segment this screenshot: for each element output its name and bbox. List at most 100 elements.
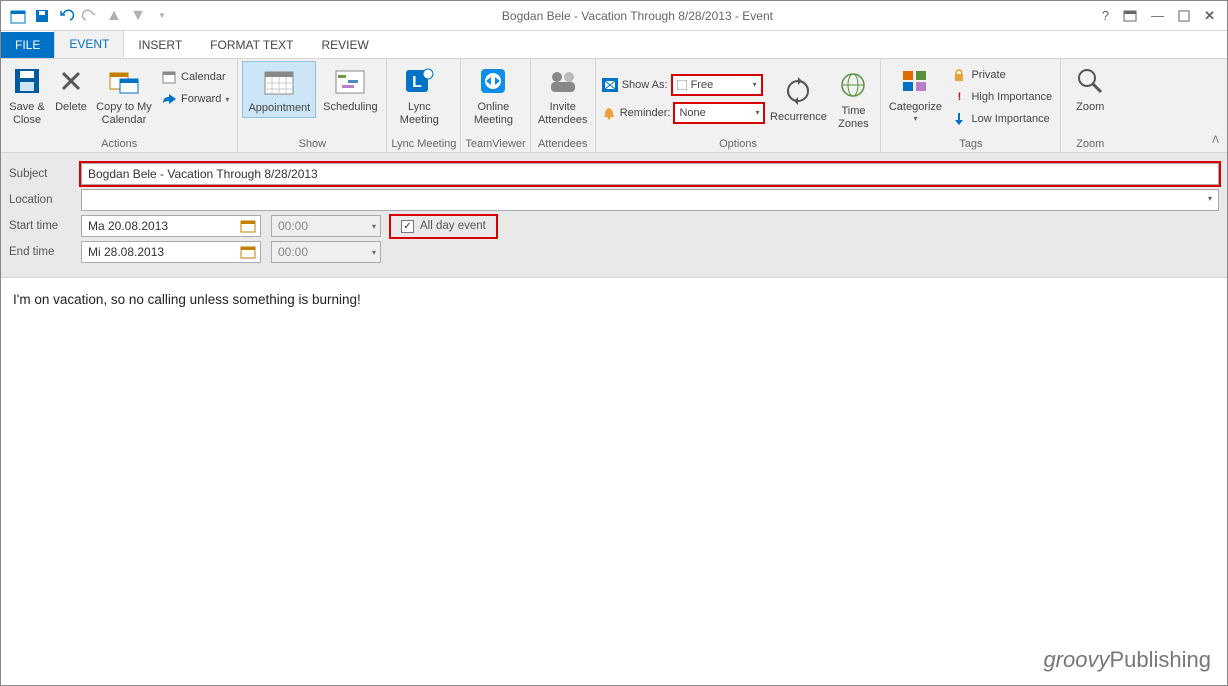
forward-button[interactable]: Forward ▾: [157, 89, 233, 109]
group-tags-label: Tags: [885, 136, 1056, 152]
online-meeting-button[interactable]: Online Meeting: [465, 61, 521, 128]
low-importance-label: Low Importance: [971, 113, 1049, 125]
lync-meeting-button[interactable]: L Lync Meeting: [391, 61, 447, 128]
qat-dropdown-icon[interactable]: ▼: [151, 5, 173, 27]
recurrence-button[interactable]: Recurrence: [768, 71, 828, 126]
time-zones-button[interactable]: Time Zones: [830, 65, 876, 132]
ribbon-options-icon[interactable]: [1123, 10, 1137, 22]
online-meeting-label: Online Meeting: [467, 101, 519, 126]
high-importance-icon: !: [951, 89, 967, 105]
show-as-label: Show As:: [622, 79, 668, 91]
forward-dropdown-icon[interactable]: ▾: [225, 95, 229, 104]
group-zoom: Zoom Zoom: [1061, 59, 1119, 152]
lync-label: Lync Meeting: [393, 101, 445, 126]
delete-button[interactable]: Delete: [51, 61, 91, 116]
copy-calendar-icon: [108, 65, 140, 97]
private-button[interactable]: Private: [947, 65, 1056, 85]
tab-insert[interactable]: INSERT: [124, 32, 196, 58]
group-teamviewer: Online Meeting TeamViewer: [461, 59, 530, 152]
copy-to-calendar-button[interactable]: Copy to My Calendar: [93, 61, 155, 128]
save-close-button[interactable]: Save & Close: [5, 61, 49, 128]
group-lync: L Lync Meeting Lync Meeting: [387, 59, 461, 152]
collapse-ribbon-icon[interactable]: ᐱ: [1212, 135, 1219, 146]
group-lync-label: Lync Meeting: [391, 136, 456, 152]
location-input[interactable]: ▾: [81, 189, 1219, 211]
start-time-label: Start time: [9, 220, 71, 232]
copy-calendar-label: Copy to My Calendar: [95, 101, 153, 126]
close-icon[interactable]: ✕: [1204, 8, 1215, 24]
save-icon[interactable]: [31, 5, 53, 27]
subject-input[interactable]: [81, 163, 1219, 185]
tab-format-text[interactable]: FORMAT TEXT: [196, 32, 307, 58]
date-picker-icon[interactable]: [238, 217, 258, 235]
event-form: Subject Location ▾ Start time Ma 20.08.2…: [1, 153, 1227, 278]
group-show-label: Show: [242, 136, 382, 152]
chevron-down-icon: ▾: [372, 222, 376, 231]
group-attendees: Invite Attendees Attendees: [531, 59, 596, 152]
recurrence-label: Recurrence: [770, 111, 827, 124]
low-importance-button[interactable]: Low Importance: [947, 109, 1056, 129]
date-picker-icon[interactable]: [238, 243, 258, 261]
invite-attendees-label: Invite Attendees: [537, 101, 589, 126]
title-bar: ▲ ▼ ▼ Bogdan Bele - Vacation Through 8/2…: [1, 1, 1227, 31]
location-label: Location: [9, 194, 71, 206]
help-icon[interactable]: ?: [1102, 8, 1109, 23]
group-options-label: Options: [600, 136, 877, 152]
window-title: Bogdan Bele - Vacation Through 8/28/2013…: [173, 9, 1102, 23]
maximize-icon[interactable]: [1178, 10, 1190, 22]
start-date-value: Ma 20.08.2013: [88, 219, 168, 233]
delete-label: Delete: [55, 101, 87, 114]
high-importance-button[interactable]: ! High Importance: [947, 87, 1056, 107]
end-date-value: Mi 28.08.2013: [88, 245, 164, 259]
zoom-button[interactable]: Zoom: [1065, 61, 1115, 116]
delete-icon: [55, 65, 87, 97]
scheduling-button[interactable]: Scheduling: [318, 61, 382, 116]
attendees-icon: [547, 65, 579, 97]
watermark-b: Publishing: [1109, 647, 1211, 672]
appointment-icon: [263, 66, 295, 98]
tab-review[interactable]: REVIEW: [308, 32, 383, 58]
location-dropdown-icon[interactable]: ▾: [1208, 194, 1212, 203]
zoom-label: Zoom: [1076, 101, 1104, 114]
tab-file[interactable]: FILE: [1, 32, 54, 58]
tab-event[interactable]: EVENT: [54, 30, 124, 58]
reminder-label: Reminder:: [620, 107, 671, 119]
high-importance-label: High Importance: [971, 91, 1052, 103]
minimize-icon[interactable]: —: [1151, 8, 1164, 23]
ribbon: Save & Close Delete Copy to My Calendar …: [1, 59, 1227, 153]
all-day-checkbox[interactable]: ✓ All day event: [391, 216, 496, 237]
watermark-a: groovy: [1043, 647, 1109, 672]
checkbox-checked-icon: ✓: [401, 220, 414, 233]
forward-label: Forward: [181, 93, 221, 105]
scheduling-label: Scheduling: [323, 101, 377, 114]
end-time-value: 00:00: [278, 245, 308, 259]
redo-icon: [79, 5, 101, 27]
watermark: groovyPublishing: [1043, 647, 1211, 673]
calendar-icon[interactable]: [7, 5, 29, 27]
globe-icon: [837, 69, 869, 101]
show-as-dropdown[interactable]: Free ▾: [672, 75, 762, 95]
save-close-label: Save & Close: [7, 101, 47, 126]
group-actions: Save & Close Delete Copy to My Calendar …: [1, 59, 238, 152]
zoom-icon: [1074, 65, 1106, 97]
calendar-button[interactable]: Calendar: [157, 67, 233, 87]
lock-icon: [951, 67, 967, 83]
svg-text:L: L: [412, 74, 422, 91]
reminder-dropdown[interactable]: None ▾: [674, 103, 764, 123]
reminder-icon: [602, 106, 616, 120]
lync-icon: L: [403, 65, 435, 97]
end-date-input[interactable]: Mi 28.08.2013: [81, 241, 261, 263]
appointment-label: Appointment: [248, 102, 310, 115]
appointment-button[interactable]: Appointment: [242, 61, 316, 118]
undo-icon[interactable]: [55, 5, 77, 27]
calendar-small-icon: [161, 69, 177, 85]
categorize-icon: [899, 65, 931, 97]
subject-label: Subject: [9, 168, 71, 180]
all-day-label: All day event: [420, 220, 486, 232]
group-show: Appointment Scheduling Show: [238, 59, 387, 152]
calendar-label: Calendar: [181, 71, 226, 83]
categorize-button[interactable]: Categorize▾: [885, 61, 945, 125]
start-date-input[interactable]: Ma 20.08.2013: [81, 215, 261, 237]
event-body[interactable]: I'm on vacation, so no calling unless so…: [1, 278, 1227, 638]
invite-attendees-button[interactable]: Invite Attendees: [535, 61, 591, 128]
